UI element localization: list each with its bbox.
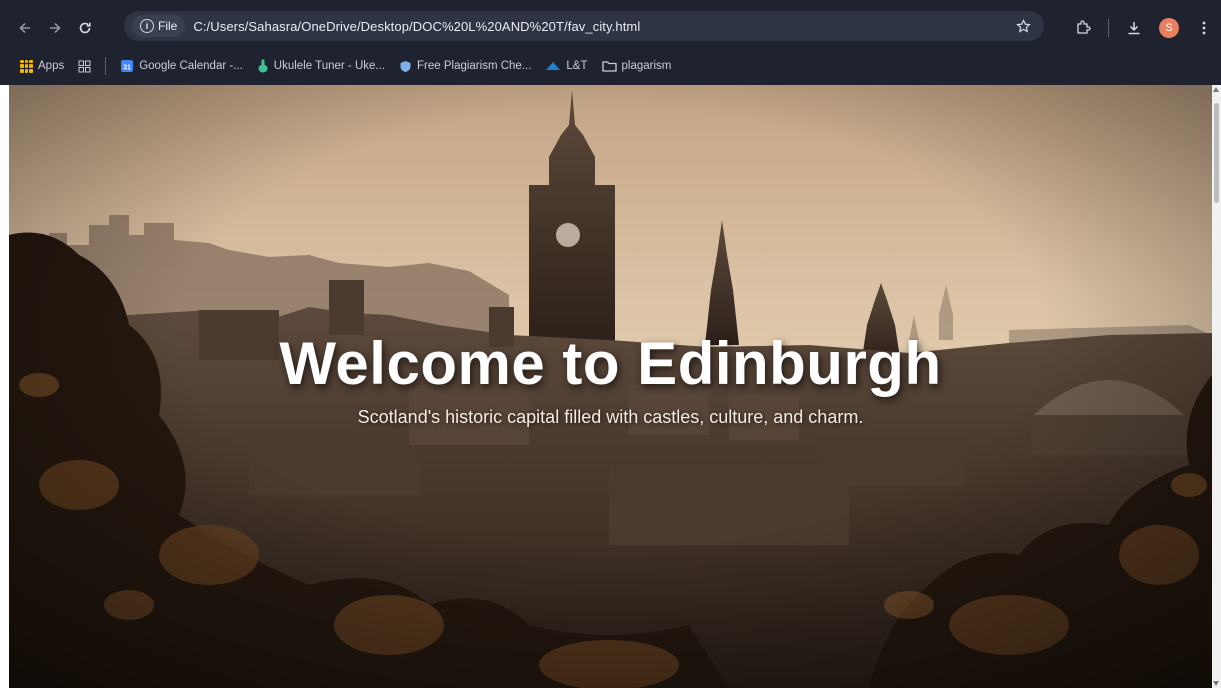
- back-button[interactable]: [10, 13, 40, 43]
- browser-menu-button[interactable]: [1193, 17, 1215, 39]
- bookmark-google-calendar[interactable]: 31 Google Calendar -...: [120, 59, 243, 73]
- browser-toolbar: i File C:/Users/Sahasra/OneDrive/Desktop…: [10, 6, 1221, 50]
- bookmarks-bar: Apps 31 Google Calendar -... Ukulele Tun…: [20, 54, 671, 78]
- bookmark-label: Ukulele Tuner - Uke...: [273, 60, 385, 72]
- bookmark-label: Google Calendar -...: [139, 60, 243, 72]
- tab-groups-button[interactable]: [78, 60, 91, 73]
- site-info-chip[interactable]: i File: [132, 15, 186, 37]
- ukulele-icon: [258, 59, 268, 73]
- hero-title: Welcome to Edinburgh: [279, 330, 942, 397]
- toolbar-divider: [1108, 19, 1109, 37]
- download-icon: [1128, 22, 1140, 35]
- folder-icon: [601, 61, 617, 72]
- forward-button[interactable]: [40, 13, 70, 43]
- browser-chrome: i File C:/Users/Sahasra/OneDrive/Desktop…: [0, 0, 1221, 85]
- reload-button[interactable]: [70, 13, 100, 43]
- hero-section: Welcome to Edinburgh Scotland's historic…: [9, 329, 1212, 428]
- scroll-up-arrow[interactable]: [1213, 87, 1219, 92]
- reload-icon: [79, 22, 91, 34]
- url-text[interactable]: C:/Users/Sahasra/OneDrive/Desktop/DOC%20…: [193, 19, 640, 34]
- puzzle-icon: [1077, 20, 1091, 34]
- arrow-right-icon: [50, 22, 61, 34]
- bookmark-plagiarism-checker[interactable]: Free Plagiarism Che...: [399, 60, 531, 73]
- apps-icon: [20, 59, 33, 73]
- hero-subtitle: Scotland's historic capital filled with …: [357, 407, 864, 427]
- page-scrollbar[interactable]: [1212, 85, 1221, 688]
- scroll-thumb[interactable]: [1214, 103, 1219, 203]
- bookmark-label: L&T: [566, 60, 588, 72]
- page-viewport: Welcome to Edinburgh Scotland's historic…: [9, 85, 1212, 688]
- bookmark-lt[interactable]: L&T: [545, 60, 588, 72]
- profile-avatar[interactable]: S: [1159, 18, 1179, 38]
- toolbar-actions: S: [1072, 14, 1215, 42]
- bookmark-apps[interactable]: Apps: [20, 59, 65, 73]
- calendar-icon: 31: [121, 60, 134, 72]
- lt-logo-icon: [546, 62, 561, 70]
- bookmark-label: plagarism: [621, 60, 672, 72]
- arrow-left-icon: [19, 22, 30, 34]
- bookmark-star-button[interactable]: [1012, 15, 1034, 37]
- omnibox-actions: [1012, 11, 1034, 41]
- bookmark-label: Apps: [38, 60, 65, 72]
- info-icon: i: [140, 19, 154, 33]
- extensions-button[interactable]: [1072, 17, 1094, 39]
- svg-text:31: 31: [123, 64, 131, 71]
- bookmark-folder-plagarism[interactable]: plagarism: [601, 60, 672, 72]
- downloads-button[interactable]: [1123, 17, 1145, 39]
- site-chip-label: File: [158, 19, 178, 33]
- bookmarks-divider: [105, 57, 107, 75]
- shield-icon: [400, 60, 411, 72]
- kebab-menu-icon: [1202, 21, 1206, 35]
- star-icon: [1015, 18, 1031, 33]
- bookmark-ukulele-tuner[interactable]: Ukulele Tuner - Uke...: [257, 59, 385, 73]
- tab-grid-icon: [78, 60, 91, 72]
- address-bar[interactable]: i File C:/Users/Sahasra/OneDrive/Desktop…: [124, 11, 1044, 41]
- bookmark-label: Free Plagiarism Che...: [417, 60, 532, 72]
- scroll-down-arrow[interactable]: [1213, 681, 1219, 686]
